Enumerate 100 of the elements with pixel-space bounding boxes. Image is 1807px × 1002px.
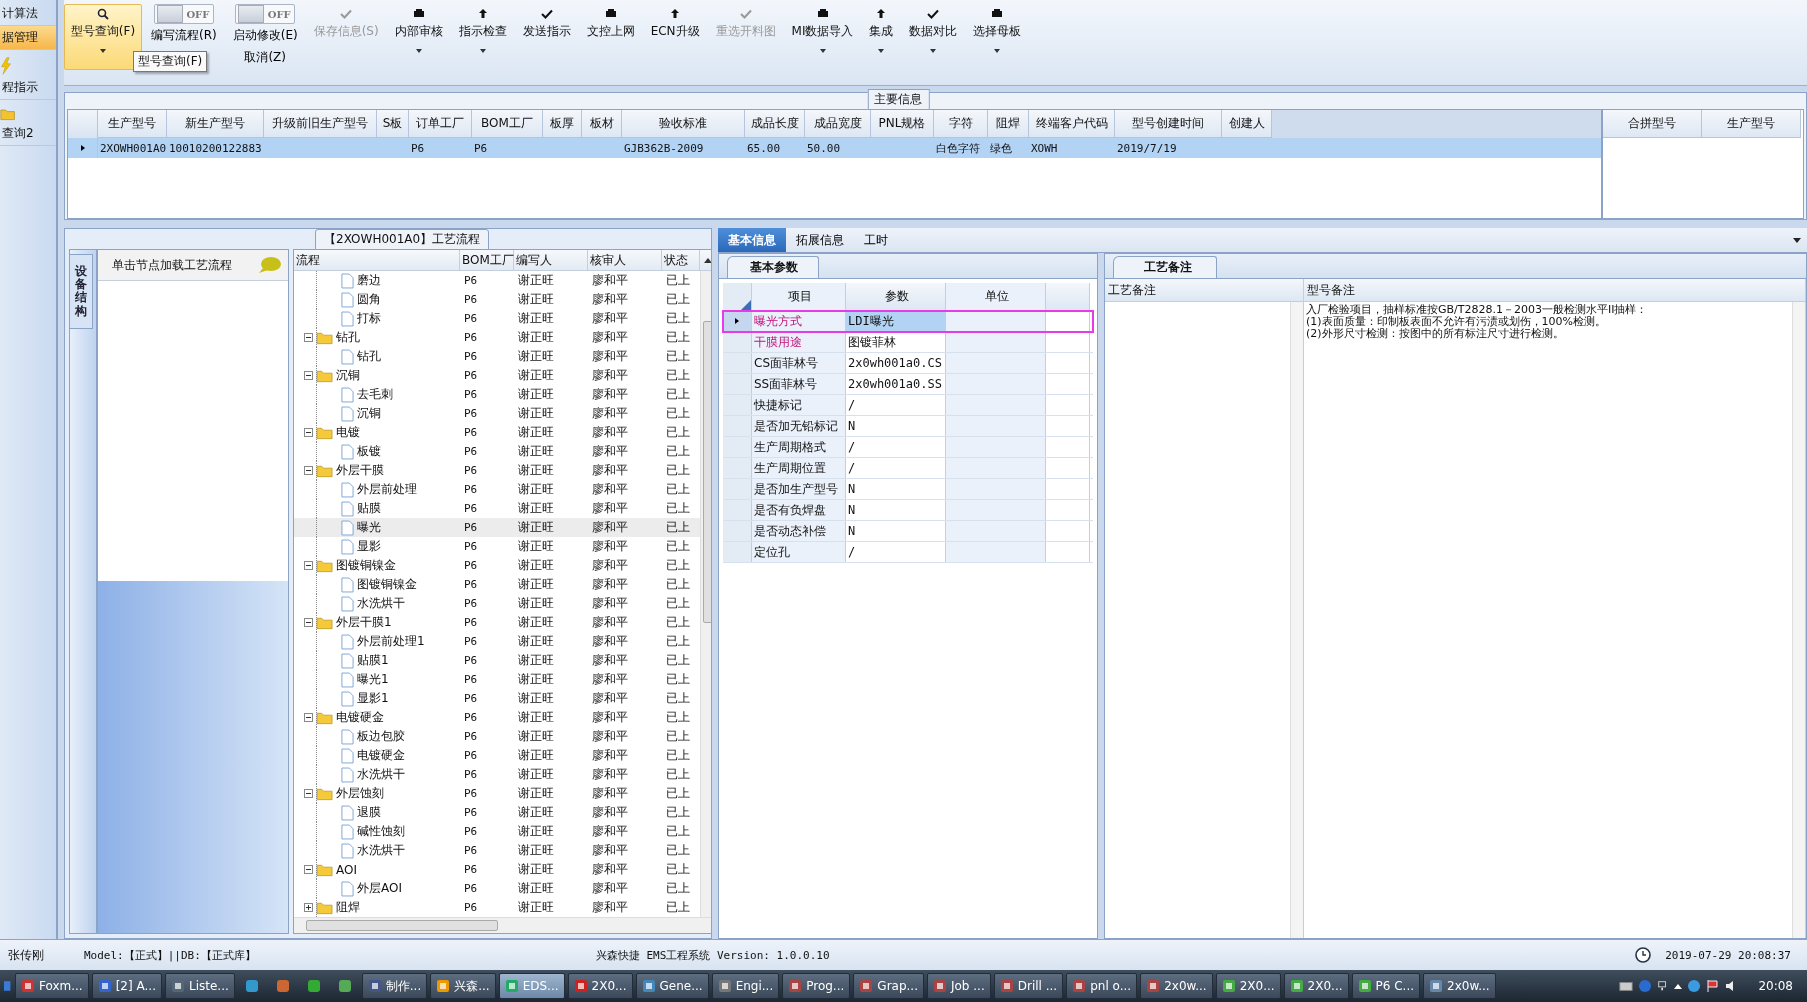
up-arrow-icon[interactable] [1674, 983, 1683, 989]
sidebar-item[interactable]: 据管理 [0, 26, 56, 50]
toggle-switch[interactable]: OFF [235, 4, 296, 24]
column-header[interactable]: 生产型号 [1702, 110, 1801, 138]
tree-row[interactable]: 水洗烘干 P6 谢正旺 廖和平 已上 [294, 594, 700, 613]
start-icon[interactable] [4, 978, 12, 994]
taskbar-button[interactable]: pnl o... [1066, 973, 1138, 999]
tree-row[interactable]: 沉铜 P6 谢正旺 廖和平 已上 [294, 366, 700, 385]
column-header[interactable]: S板 [377, 110, 409, 138]
tree-row[interactable]: 显影1 P6 谢正旺 廖和平 已上 [294, 689, 700, 708]
toolbar-button[interactable]: ECN升级 [643, 4, 707, 44]
tree-row[interactable]: 退膜 P6 谢正旺 廖和平 已上 [294, 803, 700, 822]
tree-row[interactable]: 外层前处理 P6 谢正旺 廖和平 已上 [294, 480, 700, 499]
column-header[interactable]: 成品宽度 [805, 110, 871, 138]
tree-row[interactable]: 贴膜1 P6 谢正旺 廖和平 已上 [294, 651, 700, 670]
taskbar-button[interactable]: [2] A... [91, 973, 162, 999]
taskbar-button[interactable]: P6 C... [1351, 973, 1421, 999]
toggle-switch[interactable]: OFF [153, 4, 214, 24]
tree-row[interactable]: 打标 P6 谢正旺 廖和平 已上 [294, 309, 700, 328]
tree-row[interactable]: 显影 P6 谢正旺 廖和平 已上 [294, 537, 700, 556]
column-header[interactable]: 成品长度 [745, 110, 805, 138]
toolbar-button[interactable]: 数据对比 [902, 4, 965, 57]
taskbar-button[interactable]: Job ... [927, 973, 991, 999]
toolbar-button[interactable]: 集成 [862, 4, 901, 57]
parameter-value[interactable]: LDI曝光 [846, 311, 946, 331]
column-header[interactable]: 订单工厂 [409, 110, 472, 138]
column-header[interactable]: 合拼型号 [1603, 110, 1702, 138]
taskbar-button[interactable]: 2X0... [1283, 973, 1349, 999]
tab[interactable]: 基本参数 [727, 256, 819, 278]
collapse-icon[interactable] [304, 333, 313, 342]
tree-row[interactable]: 碱性蚀刻 P6 谢正旺 廖和平 已上 [294, 822, 700, 841]
column-header[interactable]: 核审人 [588, 250, 662, 270]
taskbar-button[interactable]: 2X0... [1215, 973, 1281, 999]
column-header[interactable]: 板厚 [543, 110, 582, 138]
column-header[interactable]: 编写人 [514, 250, 588, 270]
tree-row[interactable]: 外层蚀刻 P6 谢正旺 廖和平 已上 [294, 784, 700, 803]
tree-row[interactable]: 贴膜 P6 谢正旺 廖和平 已上 [294, 499, 700, 518]
tree-row[interactable]: 板边包胶 P6 谢正旺 廖和平 已上 [294, 727, 700, 746]
toolbar-button[interactable]: 启动修改(E) [229, 25, 301, 46]
taskbar-button[interactable]: Liste... [164, 973, 235, 999]
tree-row[interactable]: 图镀铜镍金 P6 谢正旺 廖和平 已上 [294, 556, 700, 575]
column-header[interactable]: 状态 [662, 250, 700, 270]
sidebar-item[interactable]: 查询2 [0, 122, 56, 146]
column-header[interactable]: 验收标准 [622, 110, 745, 138]
row-header[interactable] [723, 311, 752, 331]
tab[interactable]: 工艺备注 [1113, 256, 1217, 278]
tree-row[interactable]: 外层AOI P6 谢正旺 廖和平 已上 [294, 879, 700, 898]
column-header[interactable]: PNL规格 [871, 110, 934, 138]
collapse-icon[interactable] [304, 618, 313, 627]
column-header[interactable]: 阻焊 [988, 110, 1029, 138]
tree-row[interactable]: 曝光1 P6 谢正旺 廖和平 已上 [294, 670, 700, 689]
collapse-icon[interactable] [304, 466, 313, 475]
toolbar-button[interactable]: 发送指示 [515, 4, 578, 44]
column-header[interactable]: 参数 [846, 283, 946, 310]
taskbar-button[interactable]: Drill ... [993, 973, 1064, 999]
taskbar-button[interactable]: Prog... [782, 973, 851, 999]
toolbar-button[interactable]: 文控上网 [579, 4, 642, 44]
tree-row[interactable]: 电镀 P6 谢正旺 廖和平 已上 [294, 423, 700, 442]
column-header[interactable]: 流程 [294, 250, 460, 270]
tree-row[interactable]: 钻孔 P6 谢正旺 廖和平 已上 [294, 328, 700, 347]
collapse-icon[interactable] [304, 561, 313, 570]
tree-row[interactable]: 外层干膜1 P6 谢正旺 廖和平 已上 [294, 613, 700, 632]
taskbar-button[interactable]: 兴森... [430, 973, 496, 999]
toolbar-button[interactable]: 指示检查 [451, 4, 514, 57]
tree-row[interactable]: 沉铜 P6 谢正旺 廖和平 已上 [294, 404, 700, 423]
vertical-tab[interactable]: 设备结构 [70, 254, 93, 329]
tree-row[interactable]: 圆角 P6 谢正旺 廖和平 已上 [294, 290, 700, 309]
keyboard-icon[interactable] [1619, 980, 1634, 992]
globe-icon[interactable] [1687, 979, 1702, 993]
vertical-scrollbar[interactable] [1290, 302, 1303, 939]
column-header[interactable]: 创建人 [1222, 110, 1272, 138]
dropdown-arrow-icon[interactable] [1793, 237, 1801, 243]
toolbar-button[interactable]: 编写流程(R) [148, 25, 220, 46]
tree-row[interactable]: AOI P6 谢正旺 廖和平 已上 [294, 860, 700, 879]
tab[interactable]: 拓展信息 [786, 228, 854, 252]
table-row[interactable]: 2XOWH001A0 10010200122883 P6 P6 GJB362B-2009 65.00 50.00 白色字符 绿色 XOWH 2019/7/19 [68, 138, 1601, 158]
column-header[interactable]: 字符 [934, 110, 988, 138]
collapse-icon[interactable] [304, 713, 313, 722]
sidebar-item[interactable]: 程指示 [0, 76, 56, 100]
toolbar-button[interactable]: 选择母板 [966, 4, 1029, 57]
taskbar-button[interactable]: 制作... [361, 973, 428, 999]
flag-icon[interactable] [1706, 979, 1721, 993]
column-header[interactable]: BOM工厂 [472, 110, 543, 138]
column-header[interactable]: BOM工厂 [460, 250, 514, 270]
collapse-icon[interactable] [304, 428, 313, 437]
vertical-scrollbar[interactable] [1792, 302, 1805, 939]
taskbar-button[interactable]: 2x0w... [1423, 973, 1496, 999]
tree-row[interactable]: 外层前处理1 P6 谢正旺 廖和平 已上 [294, 632, 700, 651]
tree-row[interactable]: 钻孔 P6 谢正旺 廖和平 已上 [294, 347, 700, 366]
column-header[interactable]: 单位 [946, 283, 1046, 310]
taskbar-button[interactable]: Engi... [711, 973, 780, 999]
column-header[interactable]: 终端客户代码 [1029, 110, 1115, 138]
horizontal-scrollbar[interactable] [294, 917, 711, 934]
tree-row[interactable]: 电镀硬金 P6 谢正旺 廖和平 已上 [294, 708, 700, 727]
column-header[interactable]: 生产型号 [98, 110, 167, 138]
tree-row[interactable]: 外层干膜 P6 谢正旺 廖和平 已上 [294, 461, 700, 480]
tab[interactable]: 基本信息 [718, 228, 786, 252]
panel-title-tab[interactable]: 【2XOWH001A0】工艺流程 [315, 229, 490, 250]
tab[interactable]: 工时 [854, 228, 898, 252]
cancel-button[interactable]: 取消(Z) [241, 47, 289, 68]
